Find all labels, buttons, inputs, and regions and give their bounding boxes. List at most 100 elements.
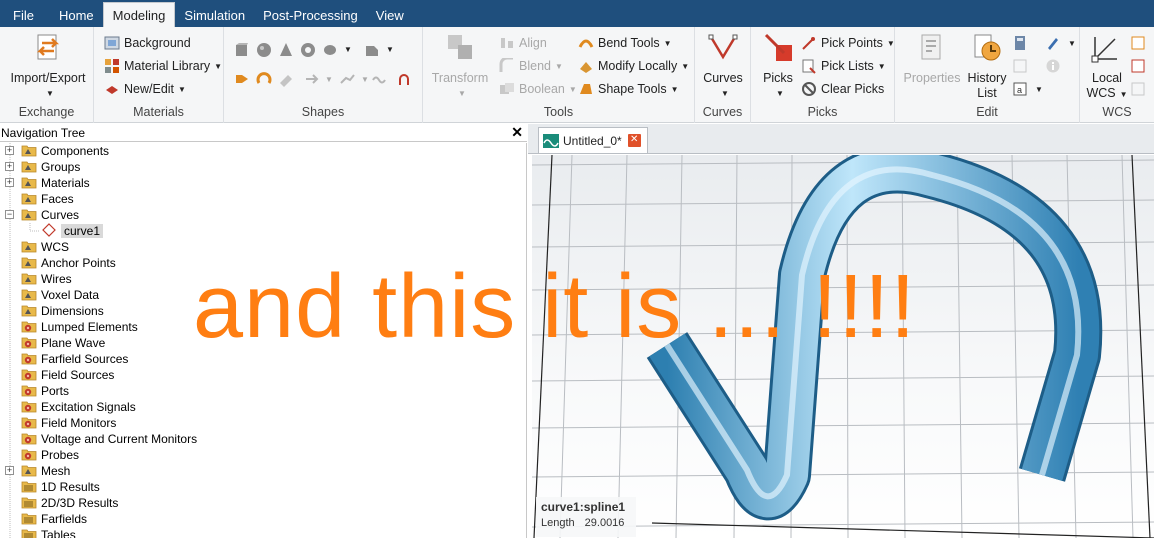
source-folder-icon	[21, 431, 41, 448]
tree-item[interactable]: Dimensions	[21, 303, 104, 319]
tree-item[interactable]: + Mesh	[5, 463, 70, 479]
picks-button[interactable]: Picks ▼	[755, 31, 801, 101]
menu-file[interactable]: File	[0, 0, 50, 27]
tree-item[interactable]: 1D Results	[21, 479, 100, 495]
align-button[interactable]: Align	[499, 33, 547, 53]
tree-item[interactable]: Voxel Data	[21, 287, 99, 303]
macro-icon[interactable]: a	[1012, 81, 1028, 97]
tab-untitled[interactable]: Untitled_0* ✕	[538, 127, 648, 153]
pen-icon[interactable]	[1045, 35, 1061, 51]
extrude-face-icon[interactable]	[234, 71, 250, 87]
menu-view[interactable]: View	[367, 0, 413, 27]
sweep-icon[interactable]	[304, 71, 320, 87]
tree-item[interactable]: Excitation Signals	[21, 399, 136, 415]
history-list-label-2: List	[977, 86, 997, 100]
tree-item[interactable]: Faces	[21, 191, 74, 207]
cone-icon[interactable]	[278, 42, 294, 58]
transform-button[interactable]: Transform ▼	[427, 31, 493, 101]
tree-item[interactable]: Field Monitors	[21, 415, 116, 431]
tree-item-label: WCS	[41, 240, 69, 254]
group-label-edit: Edit	[976, 105, 998, 119]
chevron-down-icon[interactable]: ▼	[386, 45, 394, 54]
group-wcs: Local WCS ▼ WCS	[1080, 27, 1154, 123]
3d-viewport[interactable]	[532, 155, 1154, 538]
wire-icon[interactable]	[339, 71, 355, 87]
tree-item[interactable]: + Components	[5, 143, 109, 159]
chevron-down-icon[interactable]: ▼	[344, 45, 352, 54]
material-library-button[interactable]: Material Library ▼	[104, 56, 222, 76]
curves-button[interactable]: Curves ▼	[699, 31, 747, 101]
expand-icon[interactable]: +	[5, 178, 14, 187]
source-folder-icon	[21, 383, 41, 400]
menu-modeling[interactable]: Modeling	[102, 2, 176, 27]
tree-item-label: Excitation Signals	[41, 400, 136, 414]
pick-points-button[interactable]: Pick Points ▼	[801, 33, 895, 53]
tree-item[interactable]: + Materials	[5, 175, 90, 191]
bend-tools-button[interactable]: Bend Tools ▼	[578, 33, 672, 53]
tree-item[interactable]: Anchor Points	[21, 255, 116, 271]
expand-icon[interactable]: +	[5, 162, 14, 171]
cylinder-icon[interactable]	[322, 42, 338, 58]
tree-item[interactable]: Lumped Elements	[21, 319, 138, 335]
pick-lists-label: Pick Lists	[821, 59, 874, 73]
properties-label: Properties	[903, 71, 961, 85]
tree-item-label: Dimensions	[41, 304, 104, 318]
align-wcs-icon[interactable]	[1130, 35, 1146, 51]
blend-button[interactable]: Blend ▼	[499, 56, 563, 76]
rotate-face-icon[interactable]	[256, 71, 272, 87]
new-edit-button[interactable]: New/Edit ▼	[104, 79, 186, 99]
tree-item[interactable]: Farfields	[21, 511, 87, 527]
tree-item[interactable]: Voltage and Current Monitors	[21, 431, 197, 447]
boolean-button[interactable]: Boolean ▼	[499, 79, 577, 99]
wcs-extra-icon[interactable]	[1130, 81, 1146, 97]
chevron-down-icon[interactable]: ▼	[325, 75, 333, 84]
expand-icon[interactable]: +	[5, 146, 14, 155]
loft-icon[interactable]	[278, 71, 294, 87]
parameter-icon[interactable]	[1012, 58, 1028, 74]
background-button[interactable]: Background	[104, 33, 191, 53]
helix-icon[interactable]	[396, 71, 412, 87]
pick-lists-button[interactable]: Pick Lists ▼	[801, 56, 886, 76]
source-folder-icon	[21, 319, 41, 336]
collapse-icon[interactable]: −	[5, 210, 14, 219]
chevron-down-icon[interactable]: ▼	[1068, 39, 1076, 48]
menu-home[interactable]: Home	[50, 0, 103, 27]
tree-item[interactable]: 2D/3D Results	[21, 495, 118, 511]
close-icon[interactable]: ✕	[627, 134, 641, 147]
torus-icon[interactable]	[300, 42, 316, 58]
tree-item[interactable]: Probes	[21, 447, 79, 463]
bondwire-icon[interactable]	[372, 71, 388, 87]
chevron-down-icon[interactable]: ▼	[1035, 85, 1043, 94]
info-icon[interactable]	[1045, 58, 1061, 74]
tree-item[interactable]: Farfield Sources	[21, 351, 128, 367]
tree-item[interactable]: Tables	[21, 527, 76, 538]
tree-item-label: Ports	[41, 384, 70, 398]
brick-icon[interactable]	[234, 42, 250, 58]
tree-item[interactable]: − Curves	[5, 207, 79, 223]
tree-item[interactable]: curve1	[41, 222, 104, 240]
expand-icon[interactable]: +	[5, 466, 14, 475]
local-wcs-button[interactable]: Local WCS ▼	[1084, 31, 1130, 102]
history-list-button[interactable]: History List	[963, 31, 1011, 101]
shape-tools-button[interactable]: Shape Tools ▼	[578, 79, 679, 99]
modify-locally-button[interactable]: Modify Locally ▼	[578, 56, 689, 76]
tree-item[interactable]: Wires	[21, 271, 72, 287]
menu-simulation[interactable]: Simulation	[175, 0, 254, 27]
import-export-button[interactable]: Import/Export ▼	[8, 31, 88, 101]
sphere-icon[interactable]	[256, 42, 272, 58]
curve-icon	[41, 222, 61, 240]
properties-button[interactable]: Properties	[901, 31, 963, 86]
tree-item[interactable]: Plane Wave	[21, 335, 105, 351]
clear-picks-button[interactable]: Clear Picks	[801, 79, 884, 99]
align-label: Align	[519, 36, 547, 50]
close-icon[interactable]: ✕	[511, 124, 523, 141]
tree-item[interactable]: + Groups	[5, 159, 80, 175]
tree-item[interactable]: WCS	[21, 239, 69, 255]
tree-item[interactable]: Field Sources	[21, 367, 114, 383]
transform-wcs-icon[interactable]	[1130, 58, 1146, 74]
extrude-icon[interactable]	[364, 42, 380, 58]
menu-post-processing[interactable]: Post-Processing	[254, 0, 367, 27]
calculator-icon[interactable]	[1012, 35, 1028, 51]
tree-item[interactable]: Ports	[21, 383, 69, 399]
chevron-down-icon[interactable]: ▼	[361, 75, 369, 84]
